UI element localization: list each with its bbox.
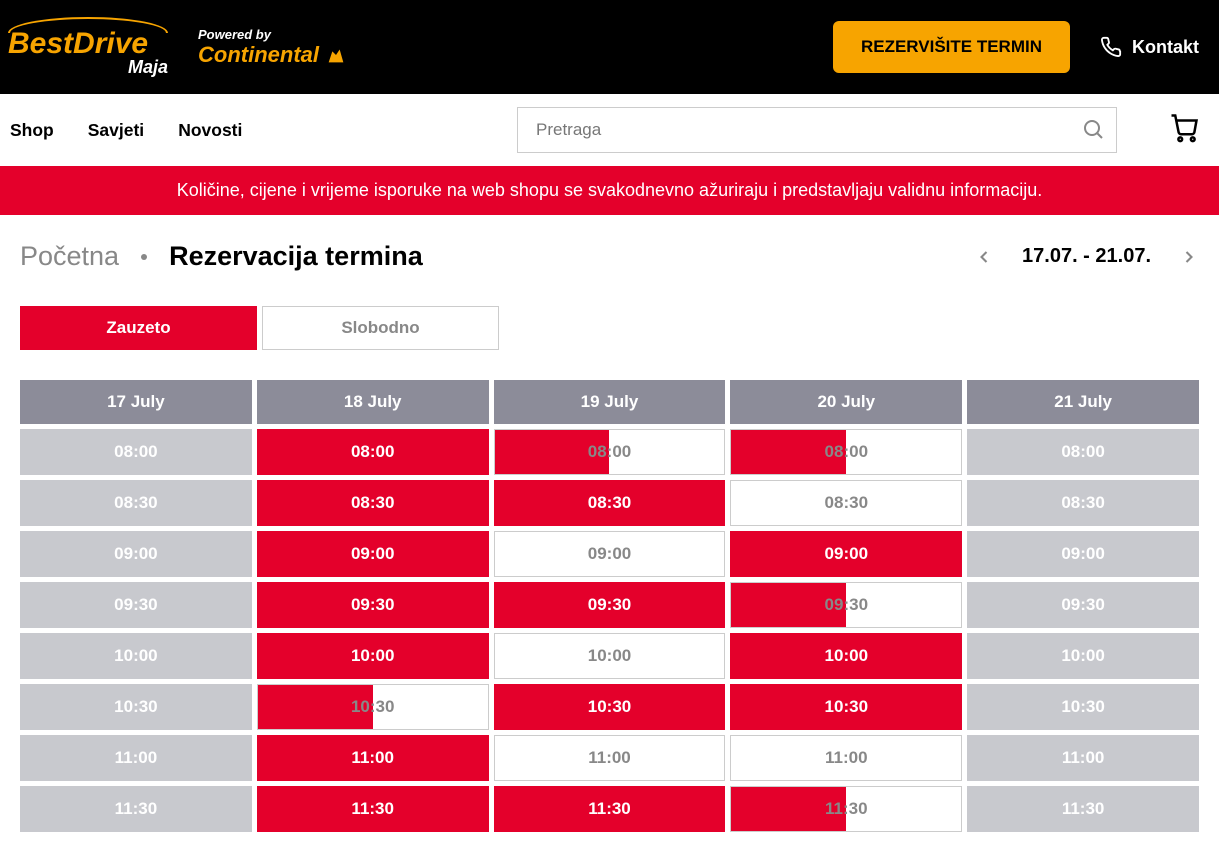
powered-by: Powered by Continental — [198, 27, 347, 68]
day-column: 21 July 08:00 08:30 09:00 09:30 10:00 10:30 11:… — [967, 380, 1199, 832]
horse-icon — [325, 44, 347, 66]
day-column: 20 July 08:00 08:30 09:00 09:30 10:00 10:30 11:… — [730, 380, 962, 832]
time-slot: 09:30 — [20, 582, 252, 628]
prev-week-icon[interactable] — [974, 247, 994, 267]
day-column: 19 July 08:00 08:30 09:00 09:30 10:00 10:30 11:… — [494, 380, 726, 832]
day-column: 18 July 08:00 08:30 09:00 09:30 10:00 10:30 11:… — [257, 380, 489, 832]
page-title: Rezervacija termina — [169, 241, 423, 272]
nav-link-novosti[interactable]: Novosti — [178, 120, 242, 141]
search-input[interactable] — [517, 107, 1117, 153]
day-header: 17 July — [20, 380, 252, 424]
top-bar: BestDrive Maja Powered by Continental RE… — [0, 0, 1219, 94]
time-slot[interactable]: 09:30 — [730, 582, 962, 628]
time-slot: 08:30 — [494, 480, 726, 526]
phone-icon — [1100, 36, 1122, 58]
time-slot: 08:30 — [20, 480, 252, 526]
time-slot: 11:00 — [967, 735, 1199, 781]
nav-bar: Shop Savjeti Novosti — [0, 94, 1219, 166]
next-week-icon[interactable] — [1179, 247, 1199, 267]
time-slot[interactable]: 08:00 — [494, 429, 726, 475]
time-slot: 11:30 — [494, 786, 726, 832]
breadcrumb-home[interactable]: Početna — [20, 241, 119, 272]
time-slot: 10:30 — [967, 684, 1199, 730]
time-slot: 11:30 — [967, 786, 1199, 832]
time-slot: 09:00 — [20, 531, 252, 577]
time-slot: 11:00 — [257, 735, 489, 781]
time-slot: 08:00 — [257, 429, 489, 475]
breadcrumb: Početna Rezervacija termina 17.07. - 21.… — [20, 241, 1199, 272]
day-header: 19 July — [494, 380, 726, 424]
time-slot: 09:00 — [967, 531, 1199, 577]
day-header: 20 July — [730, 380, 962, 424]
time-slot: 10:00 — [730, 633, 962, 679]
time-slot: 08:00 — [20, 429, 252, 475]
day-header: 21 July — [967, 380, 1199, 424]
dot-icon — [141, 254, 147, 260]
day-column: 17 July 08:00 08:30 09:00 09:30 10:00 10:30 11:… — [20, 380, 252, 832]
reserve-button[interactable]: REZERVIŠITE TERMIN — [833, 21, 1070, 73]
cart-button[interactable] — [1169, 113, 1199, 148]
time-slot: 10:30 — [730, 684, 962, 730]
time-slot[interactable]: 11:30 — [730, 786, 962, 832]
time-slot[interactable]: 11:00 — [494, 735, 726, 781]
time-slot: 08:30 — [967, 480, 1199, 526]
time-slot[interactable]: 08:00 — [730, 429, 962, 475]
time-slot[interactable]: 09:00 — [494, 531, 726, 577]
day-header: 18 July — [257, 380, 489, 424]
schedule-grid: 17 July08:0008:3009:0009:3010:0010:3011:… — [20, 380, 1199, 832]
time-slot: 11:00 — [20, 735, 252, 781]
legend-free: Slobodno — [262, 306, 499, 350]
time-slot: 10:00 — [967, 633, 1199, 679]
time-slot: 08:00 — [967, 429, 1199, 475]
time-slot[interactable]: 10:00 — [494, 633, 726, 679]
time-slot: 09:00 — [730, 531, 962, 577]
info-banner: Količine, cijene i vrijeme isporuke na w… — [0, 166, 1219, 215]
time-slot: 08:30 — [257, 480, 489, 526]
time-slot: 10:00 — [257, 633, 489, 679]
time-slot: 09:30 — [257, 582, 489, 628]
cart-icon — [1169, 113, 1199, 143]
nav-link-savjeti[interactable]: Savjeti — [88, 120, 144, 141]
logo[interactable]: BestDrive Maja — [8, 17, 168, 78]
nav-link-shop[interactable]: Shop — [10, 120, 54, 141]
time-slot: 11:30 — [20, 786, 252, 832]
time-slot[interactable]: 11:00 — [730, 735, 962, 781]
time-slot: 10:30 — [20, 684, 252, 730]
time-slot: 10:00 — [20, 633, 252, 679]
search-icon[interactable] — [1081, 117, 1105, 141]
time-slot: 09:30 — [494, 582, 726, 628]
time-slot: 09:00 — [257, 531, 489, 577]
legend: Zauzeto Slobodno — [20, 306, 1199, 350]
time-slot: 09:30 — [967, 582, 1199, 628]
contact-link[interactable]: Kontakt — [1100, 36, 1199, 58]
time-slot[interactable]: 08:30 — [730, 480, 962, 526]
time-slot[interactable]: 10:30 — [257, 684, 489, 730]
time-slot: 10:30 — [494, 684, 726, 730]
legend-busy: Zauzeto — [20, 306, 257, 350]
date-range: 17.07. - 21.07. — [1022, 245, 1151, 268]
time-slot: 11:30 — [257, 786, 489, 832]
